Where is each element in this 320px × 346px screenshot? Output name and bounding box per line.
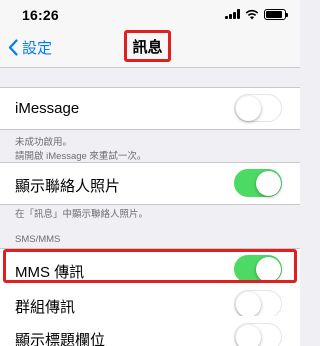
- subject-field-cell: 顯示標題欄位: [0, 316, 300, 346]
- imessage-toggle[interactable]: [234, 94, 282, 122]
- battery-icon: [264, 8, 288, 20]
- wifi-icon: [245, 9, 259, 19]
- imessage-label: iMessage: [15, 100, 80, 117]
- settings-screen: 16:26 設定 訊息 iMessage 未成功啟用。 請開啟 iMessage…: [0, 0, 300, 346]
- signal-icon: [225, 9, 240, 19]
- group-messaging-label: 群組傳訊: [15, 299, 76, 316]
- contact-photos-toggle[interactable]: [234, 169, 282, 197]
- group-messaging-toggle[interactable]: [234, 290, 282, 318]
- imessage-footer-line: 未成功啟用。: [15, 137, 73, 148]
- contact-photos-cell: 顯示聯絡人照片: [0, 162, 300, 205]
- subject-field-toggle[interactable]: [234, 323, 282, 346]
- navigation-bar: 設定 訊息: [0, 26, 300, 68]
- status-bar: 16:26: [0, 0, 300, 26]
- status-icons: [225, 8, 288, 20]
- contact-photos-footer: 在「訊息」中顯示聯絡人照片。: [15, 209, 149, 220]
- back-label: 設定: [22, 40, 53, 57]
- contact-photos-label: 顯示聯絡人照片: [15, 178, 121, 195]
- imessage-footer: 未成功啟用。 請開啟 iMessage 來重試一次。: [15, 136, 146, 164]
- sms-section-header: SMS/MMS: [15, 234, 61, 245]
- subject-field-label: 顯示標題欄位: [15, 332, 106, 346]
- battery-fill: [266, 10, 283, 18]
- page-title: 訊息: [132, 38, 163, 56]
- status-time: 16:26: [22, 7, 59, 23]
- mms-highlight-box: [3, 249, 297, 283]
- title-highlight: 訊息: [124, 30, 171, 62]
- back-button[interactable]: 設定: [8, 37, 52, 58]
- imessage-cell: iMessage: [0, 87, 300, 130]
- chevron-left-icon: [8, 39, 18, 56]
